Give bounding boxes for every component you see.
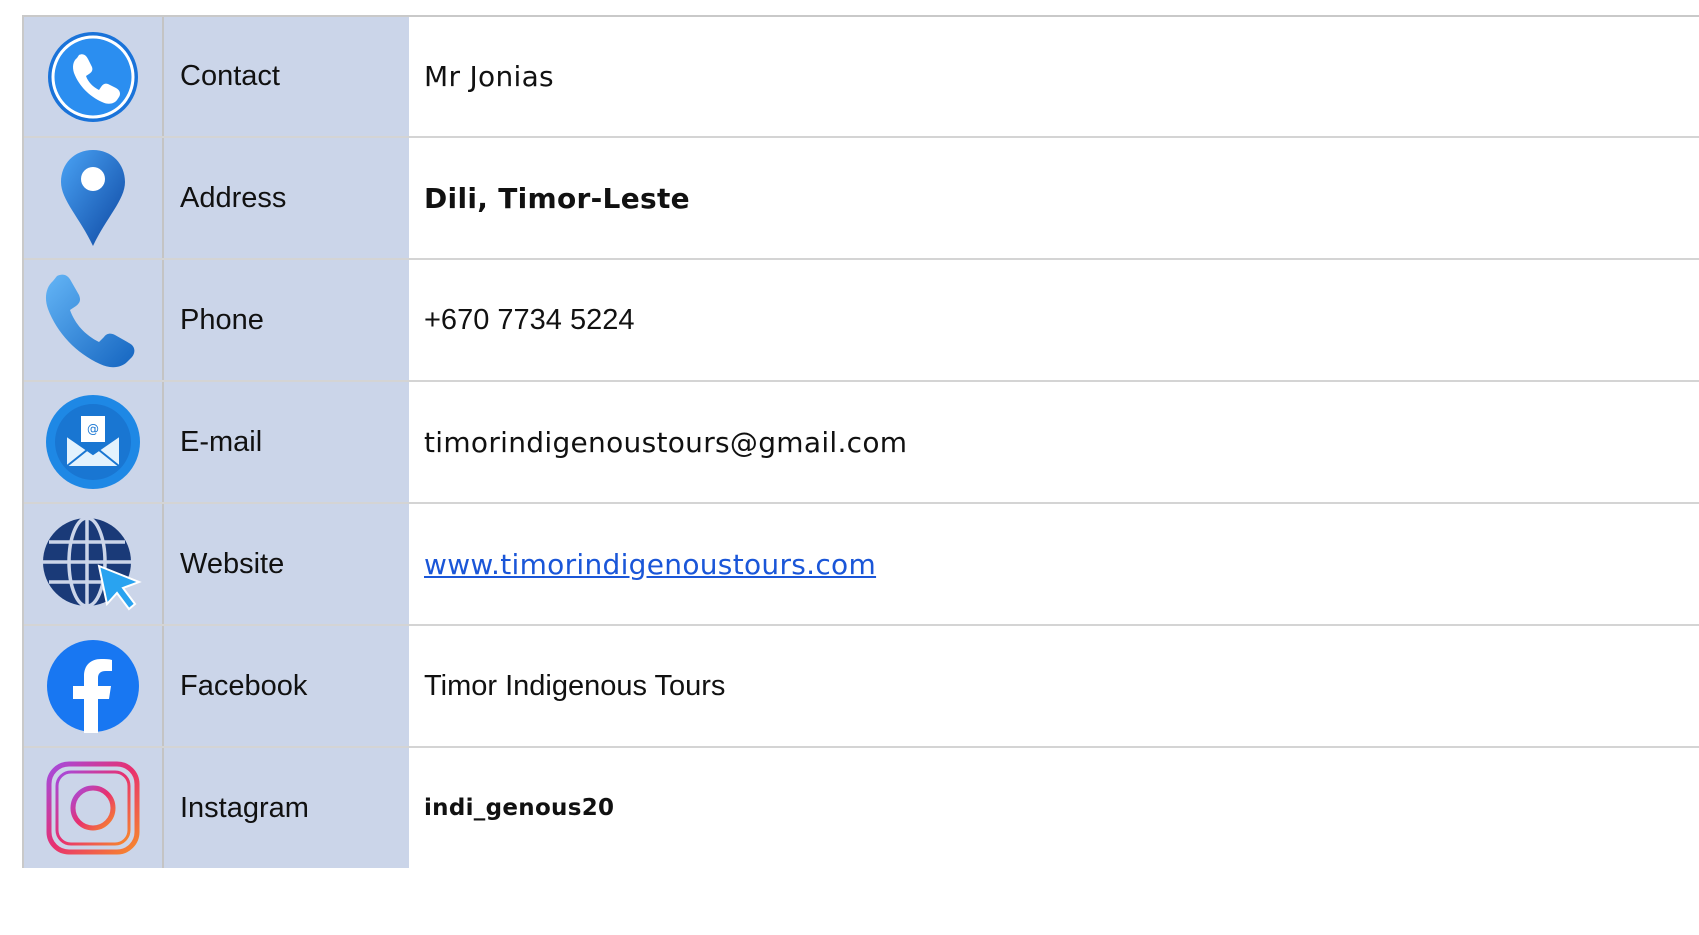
address-value: Dili, Timor-Leste <box>409 138 1699 258</box>
email-label: E-mail <box>164 382 409 502</box>
facebook-icon <box>46 639 140 733</box>
icon-cell <box>24 626 164 746</box>
contact-value: Mr Jonias <box>409 17 1699 136</box>
instagram-value: indi_genous20 <box>409 748 1699 868</box>
facebook-row: Facebook Timor Indigenous Tours <box>24 626 1699 748</box>
icon-cell <box>24 138 164 258</box>
website-value: www.timorindigenoustours.com <box>409 504 1699 624</box>
address-row: Address Dili, Timor-Leste <box>24 138 1699 260</box>
facebook-label: Facebook <box>164 626 409 746</box>
contact-label: Contact <box>164 17 409 136</box>
facebook-value: Timor Indigenous Tours <box>409 626 1699 746</box>
email-value: timorindigenoustours@gmail.com <box>409 382 1699 502</box>
icon-cell <box>24 17 164 136</box>
address-label: Address <box>164 138 409 258</box>
phone-row: Phone +670 7734 5224 <box>24 260 1699 382</box>
website-row: Website www.timorindigenoustours.com <box>24 504 1699 626</box>
envelope-icon: @ <box>45 394 141 490</box>
icon-cell <box>24 748 164 868</box>
website-link[interactable]: www.timorindigenoustours.com <box>424 548 876 581</box>
contact-table: Contact Mr Jonias Address Dili, Timor-Le… <box>22 15 1699 868</box>
icon-cell <box>24 504 164 624</box>
phone-value: +670 7734 5224 <box>409 260 1699 380</box>
svg-text:@: @ <box>87 422 99 436</box>
instagram-label: Instagram <box>164 748 409 868</box>
instagram-icon <box>46 761 140 855</box>
phone-handset-icon <box>43 272 143 368</box>
website-label: Website <box>164 504 409 624</box>
phone-label: Phone <box>164 260 409 380</box>
globe-cursor-icon <box>41 516 145 612</box>
instagram-row: Instagram indi_genous20 <box>24 748 1699 868</box>
contact-row: Contact Mr Jonias <box>24 17 1699 138</box>
phone-circle-icon <box>47 31 139 123</box>
map-pin-icon <box>58 148 128 248</box>
email-row: @ E-mail timorindigenoustours@gmail.com <box>24 382 1699 504</box>
icon-cell <box>24 260 164 380</box>
icon-cell: @ <box>24 382 164 502</box>
